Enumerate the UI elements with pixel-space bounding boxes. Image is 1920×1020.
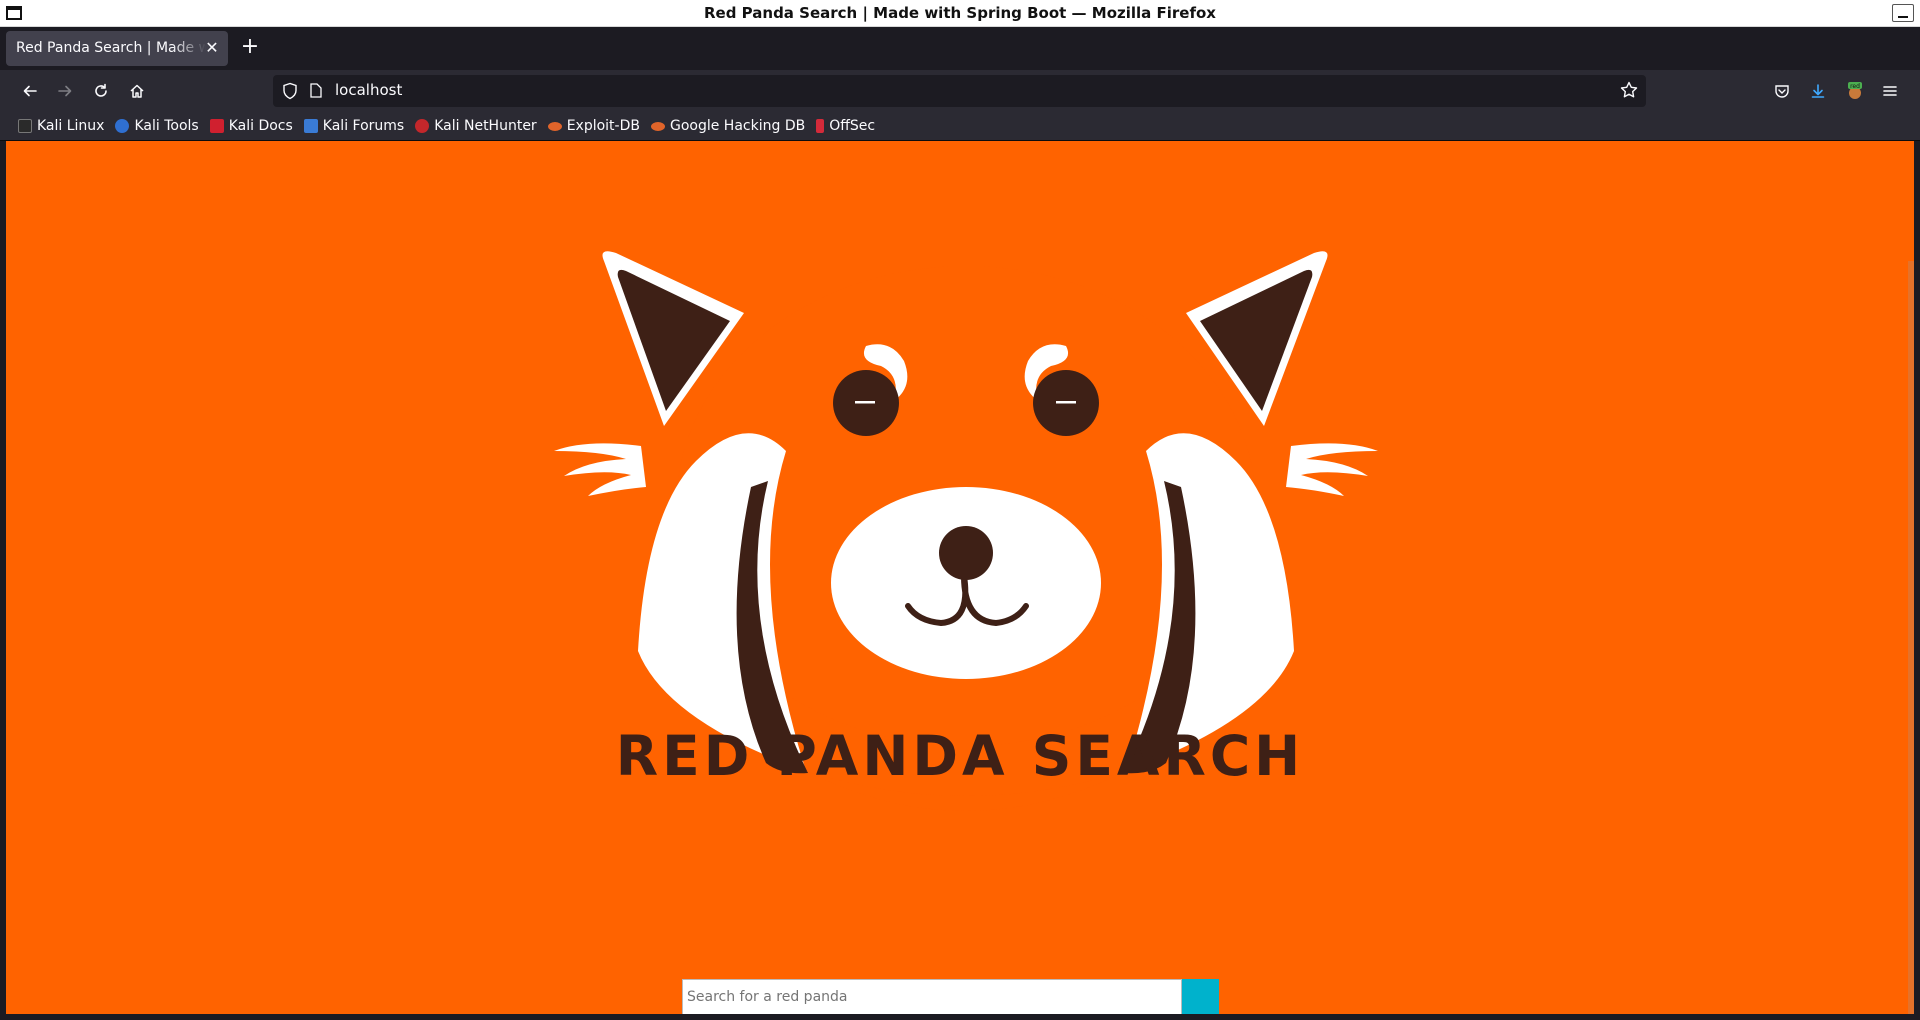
os-titlebar: Red Panda Search | Made with Spring Boot… [0, 0, 1920, 27]
back-arrow-icon [23, 85, 37, 97]
extension-button[interactable]: red [1841, 77, 1869, 105]
tab-strip: Red Panda Search | Made with Spring Boot… [0, 27, 1920, 70]
kali-forums-icon [303, 119, 318, 133]
forward-button[interactable] [51, 77, 79, 105]
page-scrollbar[interactable] [1908, 261, 1914, 1020]
new-tab-button[interactable]: + [238, 36, 262, 60]
window-title: Red Panda Search | Made with Spring Boot… [704, 4, 1216, 22]
page-viewport: RED PANDA SEARCH [6, 141, 1914, 1020]
nose-icon [939, 526, 993, 580]
tab-red-panda-search[interactable]: Red Panda Search | Made with Spring Boot… [6, 31, 228, 66]
app-menu-button[interactable] [1876, 77, 1904, 105]
bookmark-label: OffSec [829, 118, 876, 134]
bookmark-kali-linux[interactable]: Kali Linux [18, 114, 104, 138]
bookmark-offsec[interactable]: OffSec [816, 114, 875, 138]
svg-text:red: red [1850, 83, 1860, 90]
download-icon [1811, 84, 1825, 98]
bookmark-label: Kali NetHunter [434, 118, 537, 134]
right-eye-highlight [1056, 401, 1076, 404]
bookmark-star-icon[interactable] [1620, 81, 1638, 99]
search-button[interactable] [1182, 979, 1219, 1015]
tracking-protection-shield-icon[interactable] [282, 82, 298, 100]
window-bottom-edge [0, 1014, 1920, 1020]
hamburger-menu-icon [1883, 86, 1897, 96]
pocket-icon [1775, 85, 1789, 98]
bookmark-label: Kali Tools [134, 118, 199, 134]
extension-fox-icon: red [1848, 82, 1862, 99]
kali-nethunter-icon [415, 119, 430, 133]
downloads-button[interactable] [1804, 77, 1832, 105]
search-form [682, 979, 1222, 1015]
bookmark-google-hacking-db[interactable]: Google Hacking DB [650, 114, 806, 138]
reload-button[interactable] [87, 77, 115, 105]
kali-dragon-icon [18, 119, 32, 133]
navigation-toolbar: localhost red [0, 70, 1920, 112]
bookmark-exploit-db[interactable]: Exploit-DB [547, 114, 640, 138]
bookmark-label: Kali Docs [228, 118, 293, 134]
bookmark-label: Exploit-DB [566, 118, 640, 134]
left-eye-highlight [855, 401, 875, 404]
bookmark-kali-nethunter[interactable]: Kali NetHunter [415, 114, 537, 138]
ghdb-icon [650, 121, 665, 131]
tab-title: Red Panda Search | Made with Spring Boot [16, 40, 206, 56]
brand-title: RED PANDA SEARCH [615, 724, 1305, 788]
bookmark-kali-forums[interactable]: Kali Forums [303, 114, 405, 138]
forward-arrow-icon [58, 85, 72, 97]
bookmarks-toolbar: Kali Linux Kali Tools Kali Docs Kali For… [0, 112, 1920, 141]
red-panda-logo [554, 251, 1378, 811]
tab-close-icon[interactable]: ✕ [202, 38, 222, 58]
minimize-button[interactable] [1892, 4, 1914, 22]
bookmark-label: Kali Linux [37, 118, 105, 134]
window-right-edge [1914, 141, 1920, 1020]
url-bar[interactable]: localhost [273, 75, 1646, 107]
right-whiskers-icon [1286, 443, 1378, 496]
search-input[interactable] [682, 979, 1182, 1015]
back-button[interactable] [16, 77, 44, 105]
exploit-db-icon [547, 121, 562, 131]
reload-icon [95, 83, 107, 97]
page-info-icon[interactable] [310, 83, 322, 98]
bookmark-kali-docs[interactable]: Kali Docs [209, 114, 293, 138]
bookmark-label: Kali Forums [322, 118, 405, 134]
pocket-button[interactable] [1768, 77, 1796, 105]
url-text[interactable]: localhost [335, 81, 402, 99]
home-icon [130, 84, 144, 98]
kali-docs-icon [209, 119, 224, 133]
offsec-icon [816, 119, 825, 133]
bookmark-label: Google Hacking DB [669, 118, 806, 134]
kali-tools-icon [115, 119, 130, 133]
left-whiskers-icon [554, 443, 646, 496]
bookmark-kali-tools[interactable]: Kali Tools [115, 114, 199, 138]
home-button[interactable] [123, 77, 151, 105]
